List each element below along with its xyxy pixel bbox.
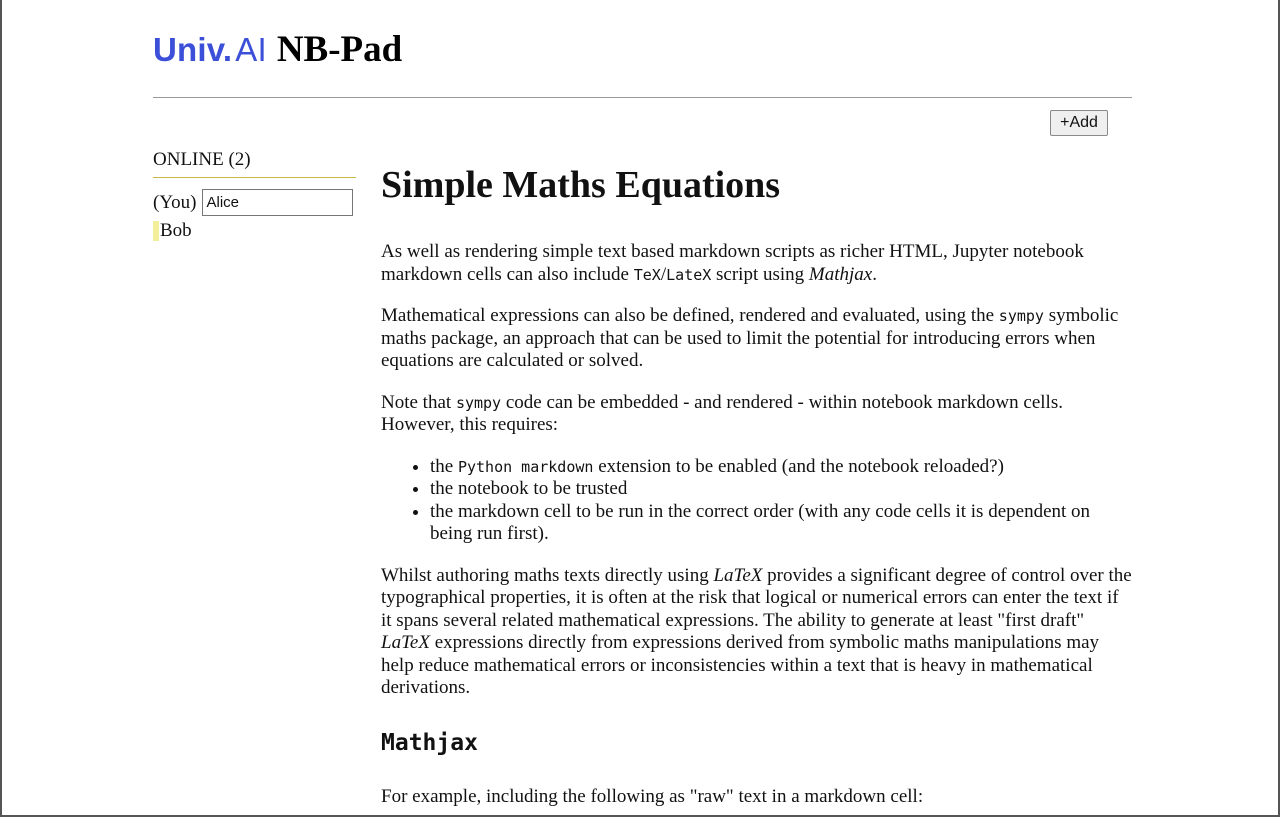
paragraph-text: Whilst authoring maths texts directly us… [381, 564, 714, 586]
add-button[interactable]: +Add [1050, 110, 1108, 136]
current-user-row: (You) [153, 189, 356, 216]
univ-ai-logo[interactable]: Univ.AI [153, 31, 267, 69]
list-item-text: the [430, 455, 458, 477]
user-color-marker [153, 221, 159, 241]
inline-code-python-markdown: Python markdown [457, 457, 594, 476]
section-heading-mathjax: Mathjax [381, 729, 478, 756]
paragraph-text: expressions directly from expressions de… [381, 632, 1100, 698]
list-item-text: extension to be enabled (and the noteboo… [593, 455, 1004, 477]
note-paragraph: Note that sympy code can be embedded - a… [381, 392, 1133, 437]
app-header: Univ.AI NB-Pad [153, 28, 402, 71]
header-divider [153, 97, 1132, 98]
app-title: NB-Pad [276, 29, 403, 70]
notebook-content: Simple Maths Equations As well as render… [381, 160, 1133, 827]
list-item: the markdown cell to be run in the corre… [430, 501, 1133, 546]
paragraph-text: Mathematical expressions can also be def… [381, 305, 999, 326]
list-item: the Python markdown extension to be enab… [430, 456, 1133, 479]
list-item: the notebook to be trusted [430, 478, 1133, 501]
logo-ai-text: AI [235, 31, 267, 68]
online-user-row: Bob [153, 220, 356, 242]
online-user-name: Bob [160, 220, 192, 241]
username-input[interactable] [202, 189, 354, 216]
latex-paragraph: Whilst authoring maths texts directly us… [381, 565, 1133, 700]
document-title: Simple Maths Equations [381, 164, 781, 206]
intro-paragraph: As well as rendering simple text based m… [381, 241, 1133, 286]
inline-code-sympy: sympy [455, 393, 502, 412]
paragraph-text: . [872, 263, 877, 285]
example-paragraph: For example, including the following as … [381, 785, 924, 807]
paragraph-text: script using [711, 263, 809, 285]
emphasis-latex: LaTeX [713, 564, 763, 586]
online-users-panel: ONLINE (2) (You) Bob [153, 148, 356, 242]
requirements-list: the Python markdown extension to be enab… [381, 456, 1133, 546]
inline-code-sympy: sympy [998, 307, 1044, 325]
sympy-paragraph: Mathematical expressions can also be def… [381, 305, 1133, 373]
you-label: (You) [153, 191, 197, 213]
emphasis-mathjax: Mathjax [808, 263, 873, 285]
inline-code-tex: TeX [633, 265, 661, 284]
online-users-title: ONLINE (2) [153, 148, 356, 178]
inline-code-latex: LateX [666, 265, 712, 284]
paragraph-text: Note that [381, 391, 456, 413]
emphasis-latex: LaTeX [381, 632, 430, 653]
logo-univ-text: Univ. [153, 31, 233, 68]
